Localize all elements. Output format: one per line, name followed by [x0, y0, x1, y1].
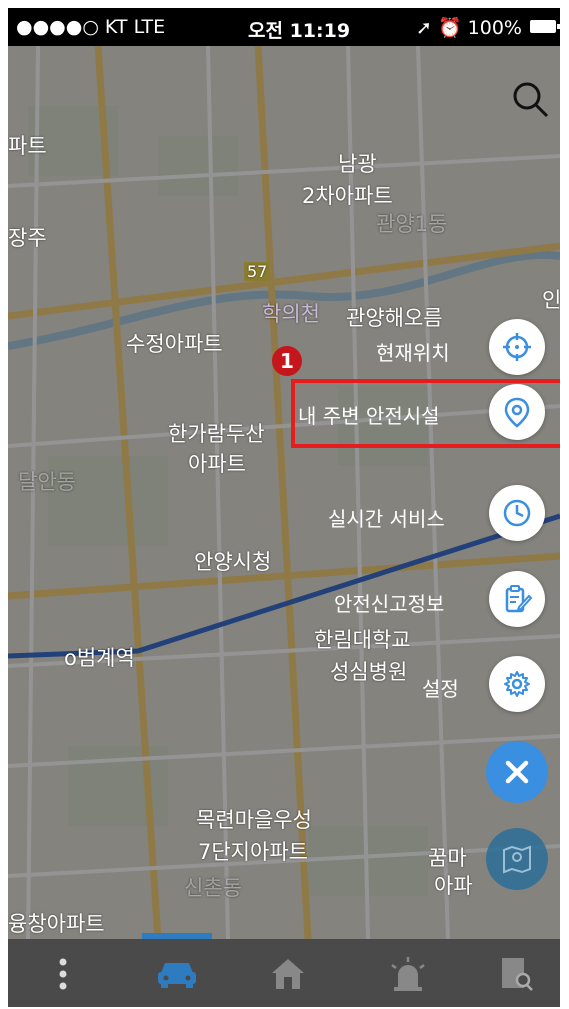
map-label: 신촌동 [184, 876, 242, 900]
map-label: 아파 [434, 874, 473, 898]
search-button[interactable] [511, 80, 551, 120]
siren-icon [391, 957, 425, 991]
step-number-badge: 1 [272, 346, 302, 376]
map-label: 관양해오름 [346, 306, 443, 330]
route-shield: 57 [244, 262, 271, 281]
map-label: 한가람두산 [168, 422, 265, 446]
location-arrow-icon: ➚ [415, 17, 432, 39]
bottom-tab-bar [8, 939, 560, 1007]
tab-search-records[interactable] [486, 949, 546, 999]
menu-label-safety-report[interactable]: 안전신고정보 [334, 588, 444, 617]
tab-home-safety[interactable] [258, 949, 318, 999]
map-label: 꿈마 [428, 846, 467, 870]
car-icon [158, 963, 196, 988]
tab-alarm[interactable] [378, 949, 438, 999]
safety-report-button[interactable] [489, 571, 545, 627]
status-bar: ●●●●○ KT LTE 오전 11:19 ➚ ⏰ 100% [8, 8, 560, 46]
close-icon [505, 760, 529, 784]
map-label: 장주 [8, 226, 47, 250]
close-menu-button[interactable] [486, 741, 548, 803]
map-label: 7단지아파트 [198, 840, 308, 864]
highlight-box [291, 379, 560, 448]
battery-icon [530, 20, 560, 33]
alarm-icon: ⏰ [437, 17, 462, 39]
map-label: 안양시청 [194, 550, 272, 574]
house-icon [272, 959, 304, 989]
phone-screen: ●●●●○ KT LTE 오전 11:19 ➚ ⏰ 100% 파트 남광 2차아… [8, 8, 560, 1007]
map-label: 남광 [338, 152, 377, 176]
map-label: 달안동 [18, 470, 76, 494]
menu-label-current-location[interactable]: 현재위치 [376, 337, 450, 366]
search-icon [513, 82, 549, 118]
status-right: ➚ ⏰ 100% [416, 16, 522, 39]
map-label: 인 [542, 288, 560, 312]
map-label: 파트 [8, 134, 47, 158]
battery-percent: 100% [467, 17, 522, 39]
map-label: 학의천 [262, 302, 320, 326]
settings-button[interactable] [489, 656, 545, 712]
map-label: 성심병원 [330, 660, 408, 684]
map-label: 관양1동 [376, 212, 448, 236]
map-icon [503, 845, 531, 874]
gear-icon [504, 671, 530, 697]
map-label: 수정아파트 [126, 332, 223, 356]
crosshair-icon [503, 333, 531, 361]
tab-more[interactable] [33, 949, 93, 999]
current-location-button[interactable] [489, 319, 545, 375]
clock-icon [503, 499, 531, 527]
map-label: 한림대학교 [314, 628, 411, 652]
map-label: 2차아파트 [302, 184, 393, 208]
map-mode-button[interactable] [486, 828, 548, 890]
carrier-signal: ●●●●○ KT LTE [16, 16, 166, 38]
menu-label-realtime-service[interactable]: 실시간 서비스 [328, 503, 445, 532]
screenshot-frame: ●●●●○ KT LTE 오전 11:19 ➚ ⏰ 100% 파트 남광 2차아… [0, 0, 569, 1009]
status-time: 오전 11:19 [248, 20, 351, 42]
report-edit-icon [505, 585, 533, 613]
more-vertical-icon [59, 958, 67, 990]
realtime-service-button[interactable] [489, 485, 545, 541]
map-view[interactable]: 파트 남광 2차아파트 관양1동 장주 57 학의천 관양해오름 수정아파트 한… [8, 46, 560, 939]
map-label: 아파트 [188, 452, 246, 476]
map-label: o범계역 [64, 646, 135, 670]
menu-label-settings[interactable]: 설정 [422, 673, 459, 702]
map-label: 목련마을우성 [196, 808, 312, 832]
document-search-icon [502, 958, 533, 991]
map-label: 융창아파트 [8, 912, 105, 936]
tab-car[interactable] [147, 949, 207, 999]
